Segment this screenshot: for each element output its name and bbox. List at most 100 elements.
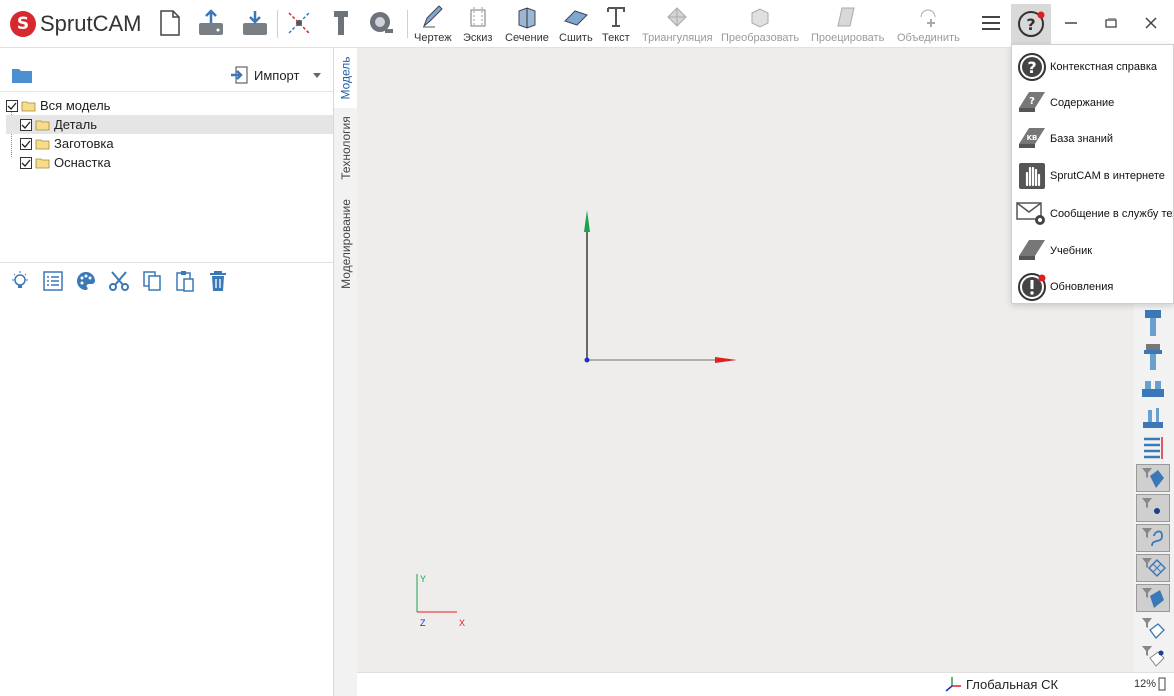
clamp-icon[interactable] bbox=[1136, 404, 1170, 432]
filter-point-icon[interactable] bbox=[1136, 494, 1170, 522]
spindle-tool-icon[interactable] bbox=[1136, 310, 1170, 338]
view-triad: Y Z X bbox=[416, 574, 465, 628]
help-menu-item-tutorial[interactable]: Учебник bbox=[1012, 234, 1173, 268]
toolbar-triangulation-button[interactable]: Триангуляция bbox=[642, 4, 713, 46]
properties-list-icon[interactable] bbox=[41, 269, 64, 293]
section-icon bbox=[514, 4, 540, 30]
project-icon bbox=[835, 4, 861, 30]
toolbar-section-button[interactable]: Сечение bbox=[505, 4, 549, 46]
exclamation-icon bbox=[1016, 271, 1048, 303]
folder-open-icon bbox=[35, 158, 50, 168]
help-menu-item-online[interactable]: SprutCAM в интернете bbox=[1012, 159, 1173, 193]
tree-item-fixture[interactable]: Оснастка bbox=[6, 153, 333, 172]
toolbar-text-button[interactable]: Текст bbox=[602, 4, 630, 46]
toolbar-stitch-button[interactable]: Сшить bbox=[559, 4, 593, 46]
filter-solid-icon[interactable] bbox=[1136, 584, 1170, 612]
delete-trash-icon[interactable] bbox=[206, 269, 229, 293]
mail-gear-icon bbox=[1016, 198, 1048, 230]
folder-open-icon bbox=[21, 101, 36, 111]
help-menu-item-updates[interactable]: Обновления bbox=[1012, 270, 1173, 303]
tab-technology[interactable]: Технология bbox=[334, 108, 358, 188]
help-menu-item-contents[interactable]: ? Содержание bbox=[1012, 86, 1173, 120]
triangulation-icon bbox=[664, 4, 690, 30]
book-question-icon: ? bbox=[1016, 87, 1048, 119]
snap-magnet-icon[interactable] bbox=[284, 8, 314, 38]
filter-face-icon[interactable] bbox=[1136, 614, 1170, 642]
tree-item-stock[interactable]: Заготовка bbox=[6, 134, 333, 153]
vise-icon[interactable] bbox=[1136, 374, 1170, 402]
new-file-icon[interactable] bbox=[155, 8, 185, 38]
help-dropdown-menu: ? Контекстная справка ? Содержание KB Ба… bbox=[1011, 44, 1174, 304]
tree-checkbox[interactable] bbox=[6, 99, 18, 112]
save-file-icon[interactable] bbox=[240, 8, 270, 38]
open-file-icon[interactable] bbox=[196, 8, 226, 38]
caliper-icon[interactable] bbox=[326, 8, 356, 38]
question-icon: ? bbox=[1016, 51, 1048, 83]
triad-x-label: X bbox=[459, 618, 465, 628]
folder-icon[interactable] bbox=[11, 66, 33, 87]
paste-icon[interactable] bbox=[173, 269, 196, 293]
help-menu-item-support-message[interactable]: Сообщение в службу тех bbox=[1012, 197, 1173, 231]
model-panel-header: Импорт bbox=[0, 58, 333, 92]
status-bar: Глобальная СК 12% bbox=[357, 672, 1174, 696]
measure-tape-icon[interactable] bbox=[366, 8, 396, 38]
app-logo: S SprutCAM bbox=[10, 10, 141, 38]
toolbar-sketch-button[interactable]: Эскиз bbox=[463, 4, 492, 46]
union-plus-icon bbox=[915, 4, 941, 30]
toolbar-union-button[interactable]: Объединить bbox=[897, 4, 960, 46]
help-button[interactable]: ? bbox=[1011, 4, 1051, 44]
axis-triad-icon bbox=[945, 677, 961, 692]
filter-mesh-icon[interactable] bbox=[1136, 554, 1170, 582]
tab-simulation[interactable]: Моделирование bbox=[334, 193, 358, 295]
model-tree: Вся модель Деталь Заготовка Оснастка bbox=[6, 96, 333, 172]
minimize-icon[interactable] bbox=[1051, 4, 1091, 42]
tab-model[interactable]: Модель bbox=[334, 48, 358, 108]
stitch-surface-icon bbox=[563, 4, 589, 30]
tree-checkbox[interactable] bbox=[20, 156, 32, 169]
filter-vertex-icon[interactable] bbox=[1136, 642, 1170, 670]
import-icon bbox=[231, 66, 248, 84]
svg-text:?: ? bbox=[1027, 58, 1036, 77]
help-question-icon: ? bbox=[1018, 11, 1045, 37]
pen-drawing-icon bbox=[420, 4, 446, 30]
top-toolbar: S SprutCAM Чертеж Эскиз Сечение Сшить Те… bbox=[0, 0, 1174, 48]
triad-y-label: Y bbox=[420, 574, 426, 584]
restore-icon[interactable] bbox=[1091, 4, 1131, 42]
tree-item-part[interactable]: Деталь bbox=[6, 115, 333, 134]
chevron-down-icon[interactable] bbox=[313, 72, 322, 78]
battery-icon bbox=[1158, 677, 1166, 691]
close-icon[interactable] bbox=[1131, 4, 1171, 42]
spindle-holder-icon[interactable] bbox=[1136, 344, 1170, 372]
copy-icon[interactable] bbox=[140, 269, 163, 293]
transform-cube-icon bbox=[747, 4, 773, 30]
side-tabs: Модель Технология Моделирование bbox=[333, 48, 358, 696]
svg-text:KB: KB bbox=[1027, 134, 1038, 142]
folder-open-icon bbox=[35, 120, 50, 130]
filter-surface-icon[interactable] bbox=[1136, 464, 1170, 492]
svg-text:?: ? bbox=[1029, 96, 1035, 107]
model-tools bbox=[8, 268, 229, 294]
filter-curve-icon[interactable] bbox=[1136, 524, 1170, 552]
scissors-cut-icon[interactable] bbox=[107, 269, 130, 293]
tree-checkbox[interactable] bbox=[20, 137, 32, 150]
toolbar-drawing-button[interactable]: Чертеж bbox=[414, 4, 452, 46]
help-menu-item-context-help[interactable]: ? Контекстная справка bbox=[1012, 50, 1173, 84]
zoom-indicator: 12% bbox=[1134, 677, 1166, 691]
toolbar-project-button[interactable]: Проецировать bbox=[811, 4, 884, 46]
coil-path-icon[interactable] bbox=[1136, 434, 1170, 462]
book-icon bbox=[1016, 235, 1048, 267]
hamburger-menu-icon[interactable] bbox=[971, 4, 1011, 42]
palette-icon[interactable] bbox=[74, 269, 97, 293]
light-bulb-icon[interactable] bbox=[8, 269, 31, 293]
app-logo-text: SprutCAM bbox=[40, 11, 142, 36]
tree-item-all-model[interactable]: Вся модель bbox=[6, 96, 333, 115]
coordinate-system-selector[interactable]: Глобальная СК bbox=[944, 676, 1058, 692]
help-menu-item-knowledge-base[interactable]: KB База знаний bbox=[1012, 122, 1173, 156]
svg-text:?: ? bbox=[1026, 15, 1035, 34]
model-panel: Импорт Вся модель Деталь Заготовка Оснас… bbox=[0, 58, 333, 696]
tree-checkbox[interactable] bbox=[20, 118, 32, 131]
hand-icon bbox=[1016, 160, 1048, 192]
toolbar-transform-button[interactable]: Преобразовать bbox=[721, 4, 799, 46]
import-button[interactable]: Импорт bbox=[230, 64, 322, 86]
sketch-icon bbox=[465, 4, 491, 30]
